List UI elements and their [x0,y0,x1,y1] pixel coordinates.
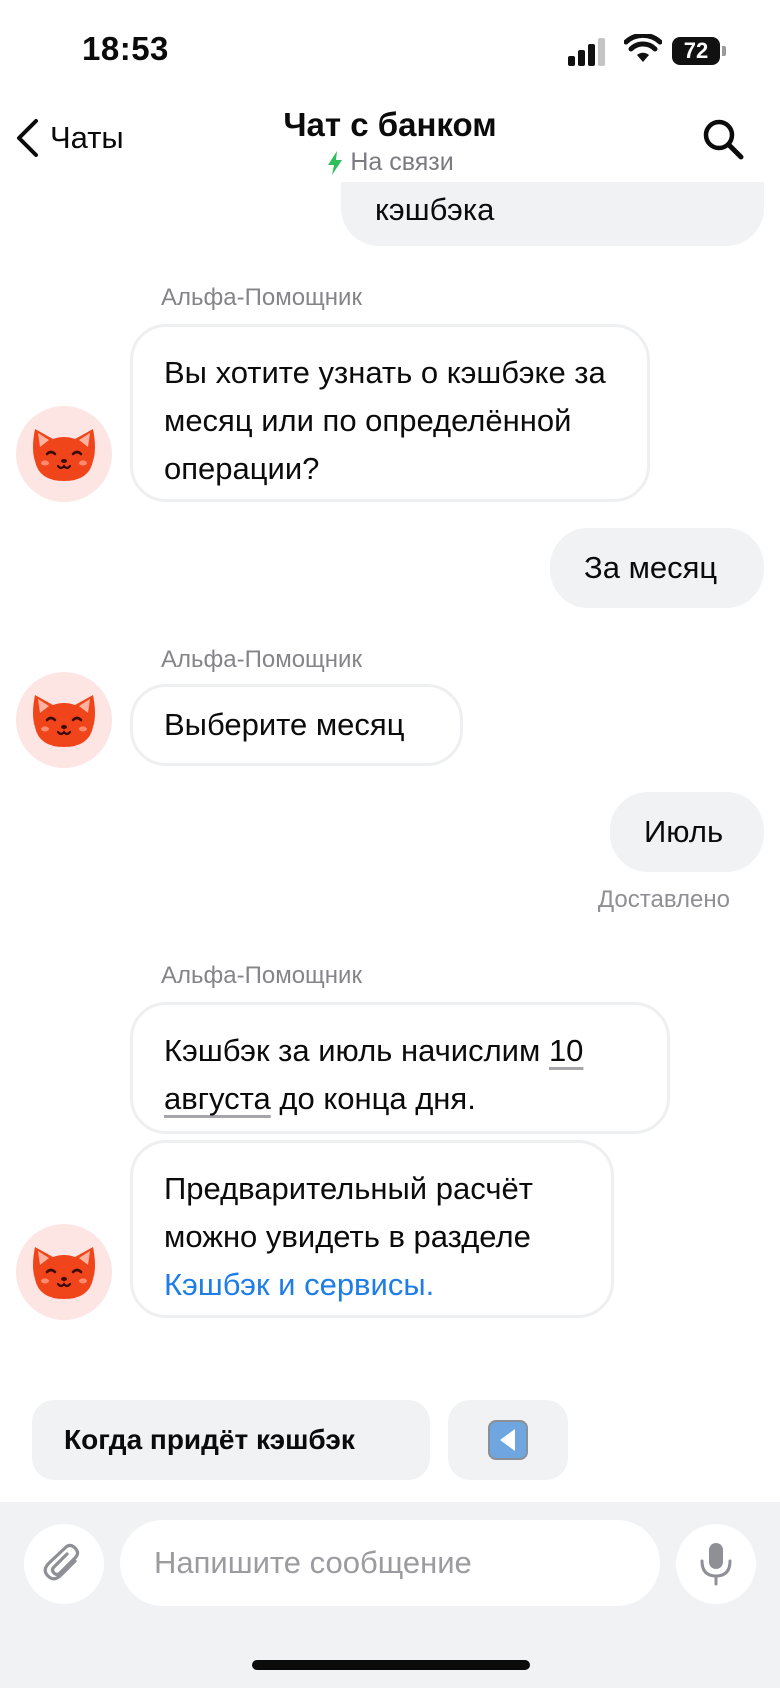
microphone-icon [700,1543,732,1586]
incoming-message: Предварительный расчёт можно увидеть в р… [130,1140,614,1318]
wifi-icon [624,34,662,62]
incoming-message: Кэшбэк за июль начислим 10 августа до ко… [130,1002,670,1134]
cat-face-icon [33,1247,95,1299]
cat-face-icon [33,429,95,481]
online-status: На связи [0,148,780,177]
outgoing-message: Июль [610,792,764,872]
battery-tip [722,46,726,56]
cat-face-icon [33,695,95,747]
assistant-avatar [16,1224,112,1320]
outgoing-message: кэшбэка [341,182,764,246]
status-bar: 18:53 72 [0,0,780,100]
attach-button[interactable] [24,1524,104,1604]
message-text: Предварительный расчёт можно увидеть в р… [164,1171,533,1254]
quick-reply-cashback[interactable]: Когда придёт кэшбэк [32,1400,430,1480]
cashback-services-link[interactable]: Кэшбэк и сервисы. [164,1267,434,1302]
battery-indicator: 72 [672,37,720,65]
sender-name: Альфа-Помощник [161,962,362,989]
cellular-signal-icon [568,38,608,66]
incoming-message: Выберите месяц [130,684,463,766]
search-icon[interactable] [700,116,746,162]
lightning-icon [328,150,343,175]
quick-reply-label: Когда придёт кэшбэк [64,1424,355,1455]
quick-reply-back[interactable] [448,1400,568,1480]
assistant-avatar [16,672,112,768]
home-indicator [252,1660,530,1670]
message-text: За месяц [584,550,718,585]
chat-title: Чат с банком [283,106,497,143]
sender-name: Альфа-Помощник [161,646,362,673]
chat-header: Чаты Чат с банком На связи [0,100,780,182]
message-text: кэшбэка [375,192,495,227]
message-text: Кэшбэк за июль начислим [164,1033,549,1068]
status-time: 18:53 [82,30,169,67]
message-text: Июль [644,814,724,849]
paperclip-icon [43,1543,80,1581]
sender-name: Альфа-Помощник [161,284,362,311]
assistant-avatar [16,406,112,502]
message-text: Выберите месяц [164,707,405,742]
message-text: до конца дня. [270,1081,476,1116]
delivery-status: Доставлено [597,886,730,913]
message-input[interactable] [120,1520,660,1606]
message-text: Вы хотите узнать о кэшбэке за месяц или … [164,355,606,486]
outgoing-message: За месяц [550,528,764,608]
microphone-button[interactable] [676,1524,756,1604]
chat-messages[interactable]: кэшбэка Альфа-Помощник Вы хотите узнать … [0,182,780,1502]
online-status-label: На связи [350,148,454,176]
back-arrow-icon [488,1420,528,1460]
incoming-message: Вы хотите узнать о кэшбэке за месяц или … [130,324,650,502]
